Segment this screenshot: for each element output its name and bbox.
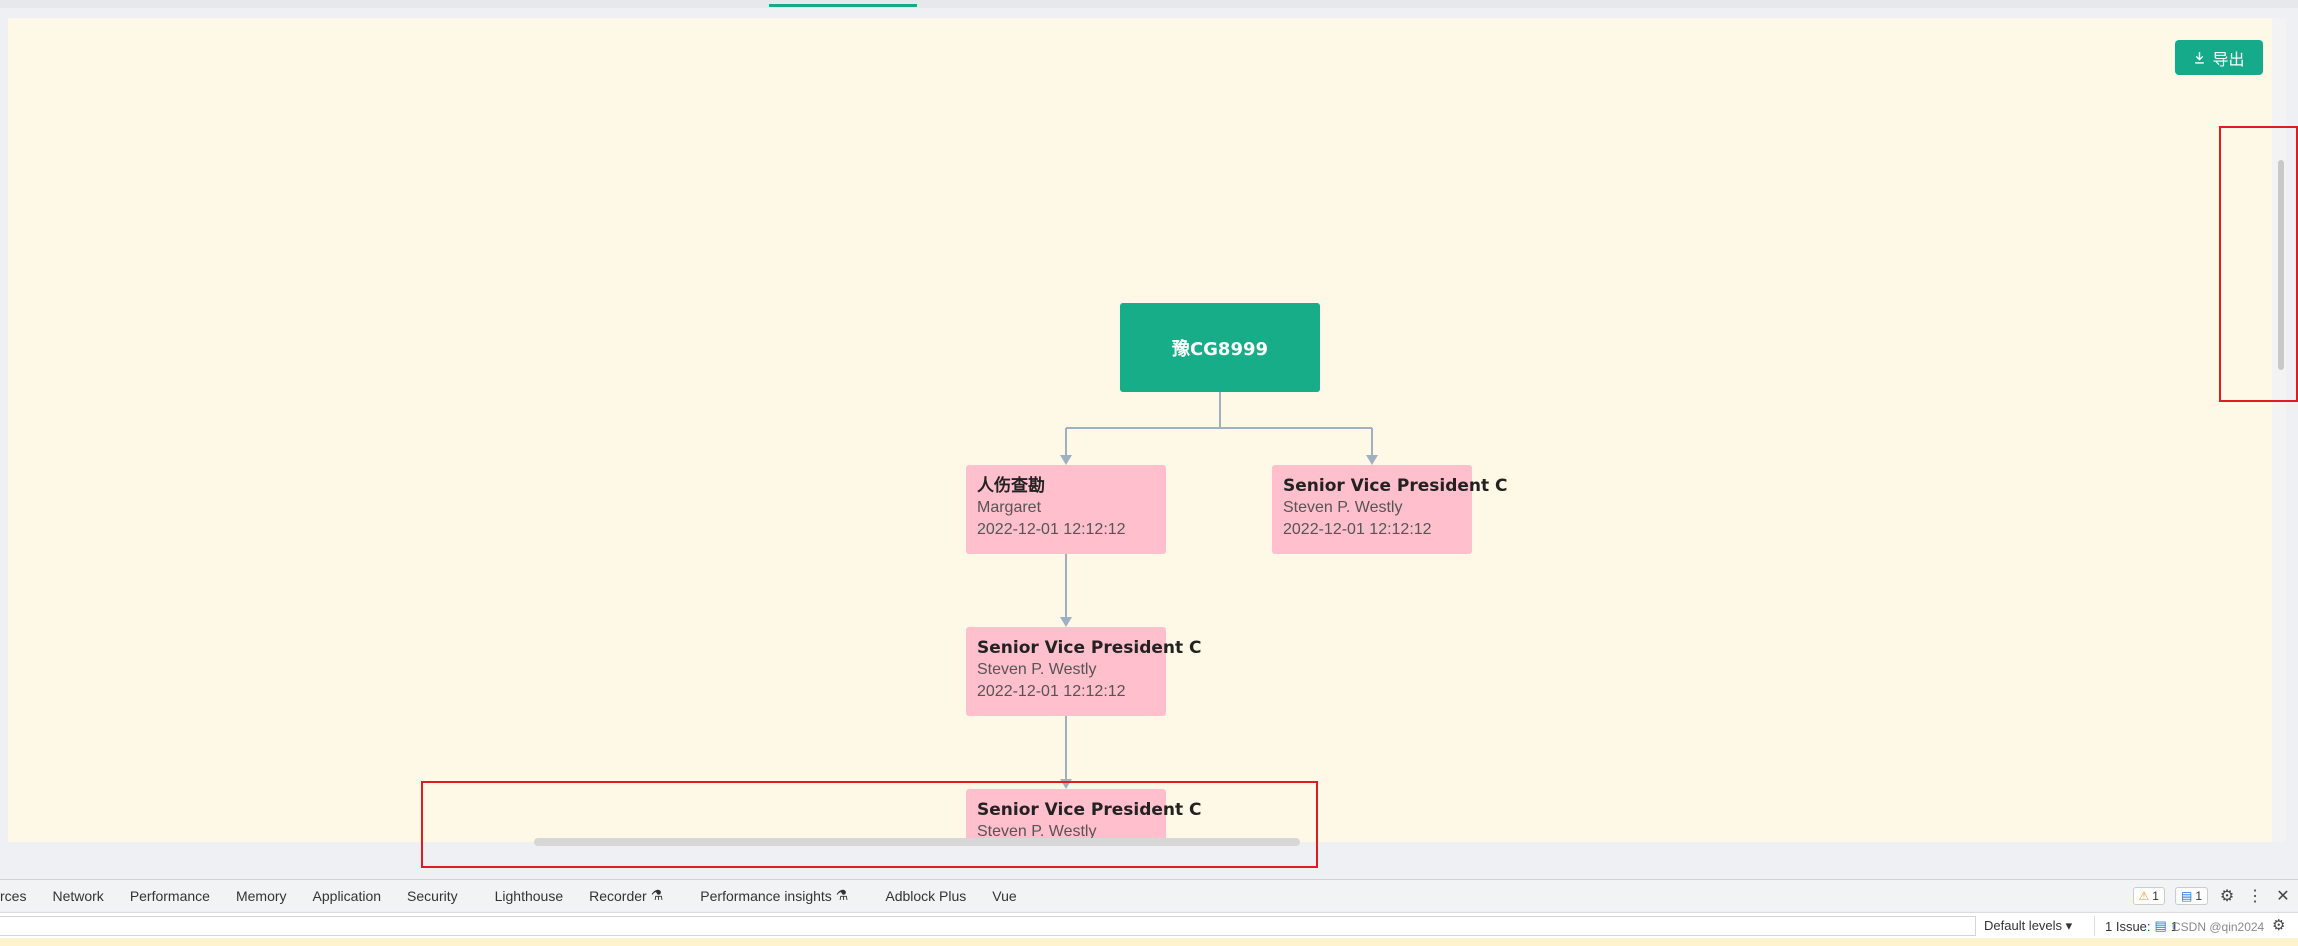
chart-connectors <box>1060 392 1378 789</box>
node-time: 2022-12-01 12:12:12 <box>977 521 1126 538</box>
devtools-tab-application[interactable]: Application <box>300 888 395 904</box>
devtools-tab-security[interactable]: Security <box>394 888 471 904</box>
devtools-tab-vue[interactable]: Vue <box>979 888 1029 904</box>
annotation-box-scrollbar <box>2219 126 2298 402</box>
messages-badge[interactable]: ▤ 1 <box>2174 887 2208 905</box>
devtools-tab-bar: rces Network Performance Memory Applicat… <box>0 879 2298 911</box>
devtools-tab-network[interactable]: Network <box>39 888 116 904</box>
node-time: 2022-12-01 12:12:12 <box>1283 521 1432 538</box>
messages-count: 1 <box>2195 889 2202 903</box>
issues-label: 1 Issue: <box>2105 918 2151 934</box>
chevron-down-icon: ▾ <box>2065 918 2073 933</box>
org-chart-canvas[interactable]: 导出 豫CG8999 人伤查勘 Margaret 2022-12-01 12:1… <box>8 18 2286 842</box>
warnings-count: 1 <box>2152 889 2159 903</box>
more-options-icon[interactable]: ⋮ <box>2246 887 2264 905</box>
download-icon <box>2195 52 2205 64</box>
node-name: Steven P. Westly <box>977 661 1097 678</box>
node-title: Senior Vice President C <box>1283 476 1508 496</box>
gear-icon[interactable]: ⚙ <box>2218 887 2236 905</box>
root-label: 豫CG8999 <box>1171 338 1269 360</box>
warning-icon: ⚠ <box>2138 889 2150 903</box>
devtools-tab-memory[interactable]: Memory <box>223 888 300 904</box>
console-filter-input[interactable] <box>0 916 1976 936</box>
export-button[interactable]: 导出 <box>2175 40 2263 75</box>
warnings-badge[interactable]: ⚠ 1 <box>2132 887 2165 905</box>
flask-icon: ⚗ <box>650 887 664 903</box>
recorder-label: Recorder <box>589 887 647 904</box>
org-root-node[interactable]: 豫CG8999 <box>1120 303 1320 392</box>
devtools-tab-adblock[interactable]: Adblock Plus <box>861 888 979 904</box>
watermark: CSDN @qin2024 <box>2172 920 2265 934</box>
gear-icon[interactable]: ⚙ <box>2272 916 2285 934</box>
node-time: 2022-12-01 12:12:12 <box>977 683 1126 700</box>
message-icon: ▤ <box>2180 889 2193 903</box>
org-node[interactable]: 人伤查勘 Margaret 2022-12-01 12:12:12 <box>966 465 1166 554</box>
devtools-tab-performance[interactable]: Performance <box>117 888 223 904</box>
devtools-tab-lighthouse[interactable]: Lighthouse <box>471 888 577 904</box>
close-icon[interactable]: ✕ <box>2274 887 2292 905</box>
node-name: Steven P. Westly <box>1283 499 1403 516</box>
message-icon: ▤ <box>2154 918 2167 933</box>
bottom-strip <box>0 938 2298 946</box>
console-filter-bar: Default levels ▾ 1 Issue: ▤ 1 CSDN @qin2… <box>0 912 2298 938</box>
devtools-right-controls: ⚠ 1 ▤ 1 ⚙ ⋮ ✕ <box>2132 880 2292 912</box>
devtools-tab-recorder[interactable]: Recorder ⚗ <box>576 887 676 904</box>
issues-button[interactable]: 1 Issue: ▤ 1 <box>2094 916 2178 936</box>
export-label: 导出 <box>2212 49 2245 69</box>
devtools-tab-sources[interactable]: rces <box>0 888 39 904</box>
annotation-box-bottom <box>421 781 1318 868</box>
default-levels-dropdown[interactable]: Default levels ▾ <box>1984 918 2072 934</box>
top-tab-strip <box>0 0 2298 8</box>
node-title: 人伤查勘 <box>977 476 1045 496</box>
active-tab-indicator <box>769 4 917 7</box>
org-node[interactable]: Senior Vice President C Steven P. Westly… <box>966 627 1202 716</box>
performance-insights-label: Performance insights <box>700 887 832 904</box>
org-node[interactable]: Senior Vice President C Steven P. Westly… <box>1272 465 1508 554</box>
node-title: Senior Vice President C <box>977 638 1202 658</box>
flask-icon: ⚗ <box>835 887 849 903</box>
devtools-tab-performance-insights[interactable]: Performance insights ⚗ <box>676 887 861 904</box>
default-levels-label: Default levels <box>1984 918 2063 933</box>
node-name: Margaret <box>977 499 1042 516</box>
